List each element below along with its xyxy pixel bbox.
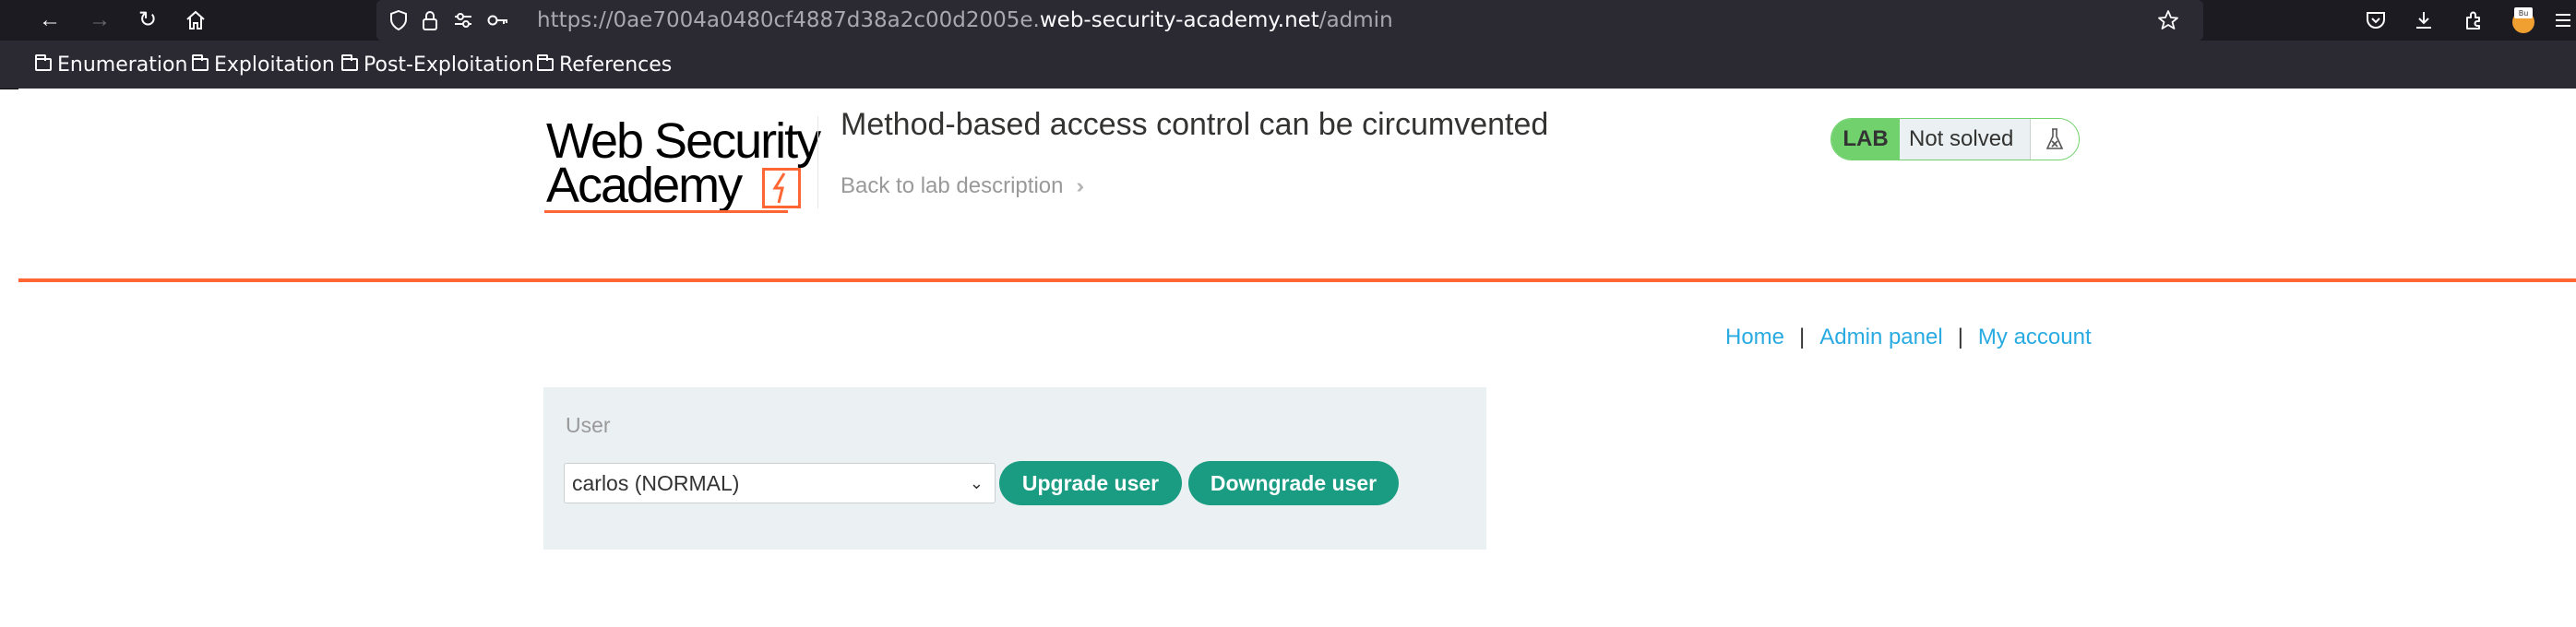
flask-icon [2030,119,2079,160]
shield-icon[interactable] [386,6,411,35]
home-icon[interactable] [181,6,210,34]
nav-home-link[interactable]: Home [1725,325,1784,350]
bookmark-exploitation[interactable]: Exploitation [192,53,335,77]
bookmark-label: Post-Exploitation [364,53,534,77]
double-chevron-right-icon: ›› [1076,174,1083,197]
bookmark-label: Exploitation [214,53,335,77]
url-text[interactable]: https://0ae7004a0480cf4887d38a2c00d2005e… [537,6,1393,34]
folder-icon [35,54,52,71]
top-nav: Home | Admin panel | My account [1725,325,2092,350]
downgrade-user-button[interactable]: Downgrade user [1188,461,1399,505]
bookmark-enumeration[interactable]: Enumeration [35,53,187,77]
back-arrow-icon[interactable]: ← [35,6,65,34]
key-icon[interactable] [485,6,511,35]
folder-icon [537,54,554,71]
academy-logo[interactable]: Web Security Academy [544,112,830,214]
folder-icon [341,54,358,71]
lock-icon[interactable] [417,6,443,35]
nav-admin-panel-link[interactable]: Admin panel [1819,325,1942,350]
bookmark-label: References [559,53,673,77]
nav-separator: | [1957,325,1963,349]
folder-icon [192,54,209,71]
forward-arrow-icon[interactable]: → [85,6,114,34]
star-icon[interactable] [2155,6,2181,35]
bookmark-label: Enumeration [57,53,188,77]
logo-text-line2: Academy [546,158,743,213]
lab-tag: LAB [1831,119,1900,160]
reload-icon[interactable]: ↻ [133,6,162,34]
chevron-down-icon: ⌄ [969,474,984,492]
lightning-icon [772,172,786,204]
header-divider [817,116,818,208]
browser-toolbar: ← → ↻ https://0ae7004a0480cf4887d38a2c00… [0,0,2576,41]
lab-status-badge: LAB Not solved [1831,118,2080,160]
header-rule [18,278,2576,282]
permissions-icon[interactable] [450,6,476,35]
admin-user-form: User carlos (NORMAL) ⌄ Upgrade user Down… [543,387,1486,550]
burp-extension-icon[interactable]: Bu [2508,6,2539,35]
menu-icon[interactable] [2550,6,2576,35]
user-field-label: User [566,413,611,437]
nav-my-account-link[interactable]: My account [1978,325,2092,350]
bookmarks-bar: Enumeration Exploitation Post-Exploitati… [0,41,2576,89]
nav-separator: | [1799,325,1806,349]
extensions-icon[interactable] [2458,6,2489,35]
selected-user-value: carlos (NORMAL) [572,470,740,495]
upgrade-user-button[interactable]: Upgrade user [999,461,1182,505]
lab-title: Method-based access control can be circu… [841,107,1549,142]
page-content: Web Security Academy Method-based access… [18,89,2576,627]
pocket-icon[interactable] [2360,6,2391,35]
lab-status-text: Not solved [1900,119,2030,160]
bookmark-post-exploitation[interactable]: Post-Exploitation [341,53,534,77]
user-select[interactable]: carlos (NORMAL) ⌄ [564,463,996,503]
download-icon[interactable] [2408,6,2439,35]
back-to-lab-link[interactable]: Back to lab description ›› [841,173,1083,199]
svg-text:Bu: Bu [2519,9,2529,18]
url-bar[interactable]: https://0ae7004a0480cf4887d38a2c00d2005e… [376,0,2203,41]
back-link-label: Back to lab description [841,173,1064,198]
bookmark-references[interactable]: References [537,53,672,77]
logo-underline [544,210,788,213]
